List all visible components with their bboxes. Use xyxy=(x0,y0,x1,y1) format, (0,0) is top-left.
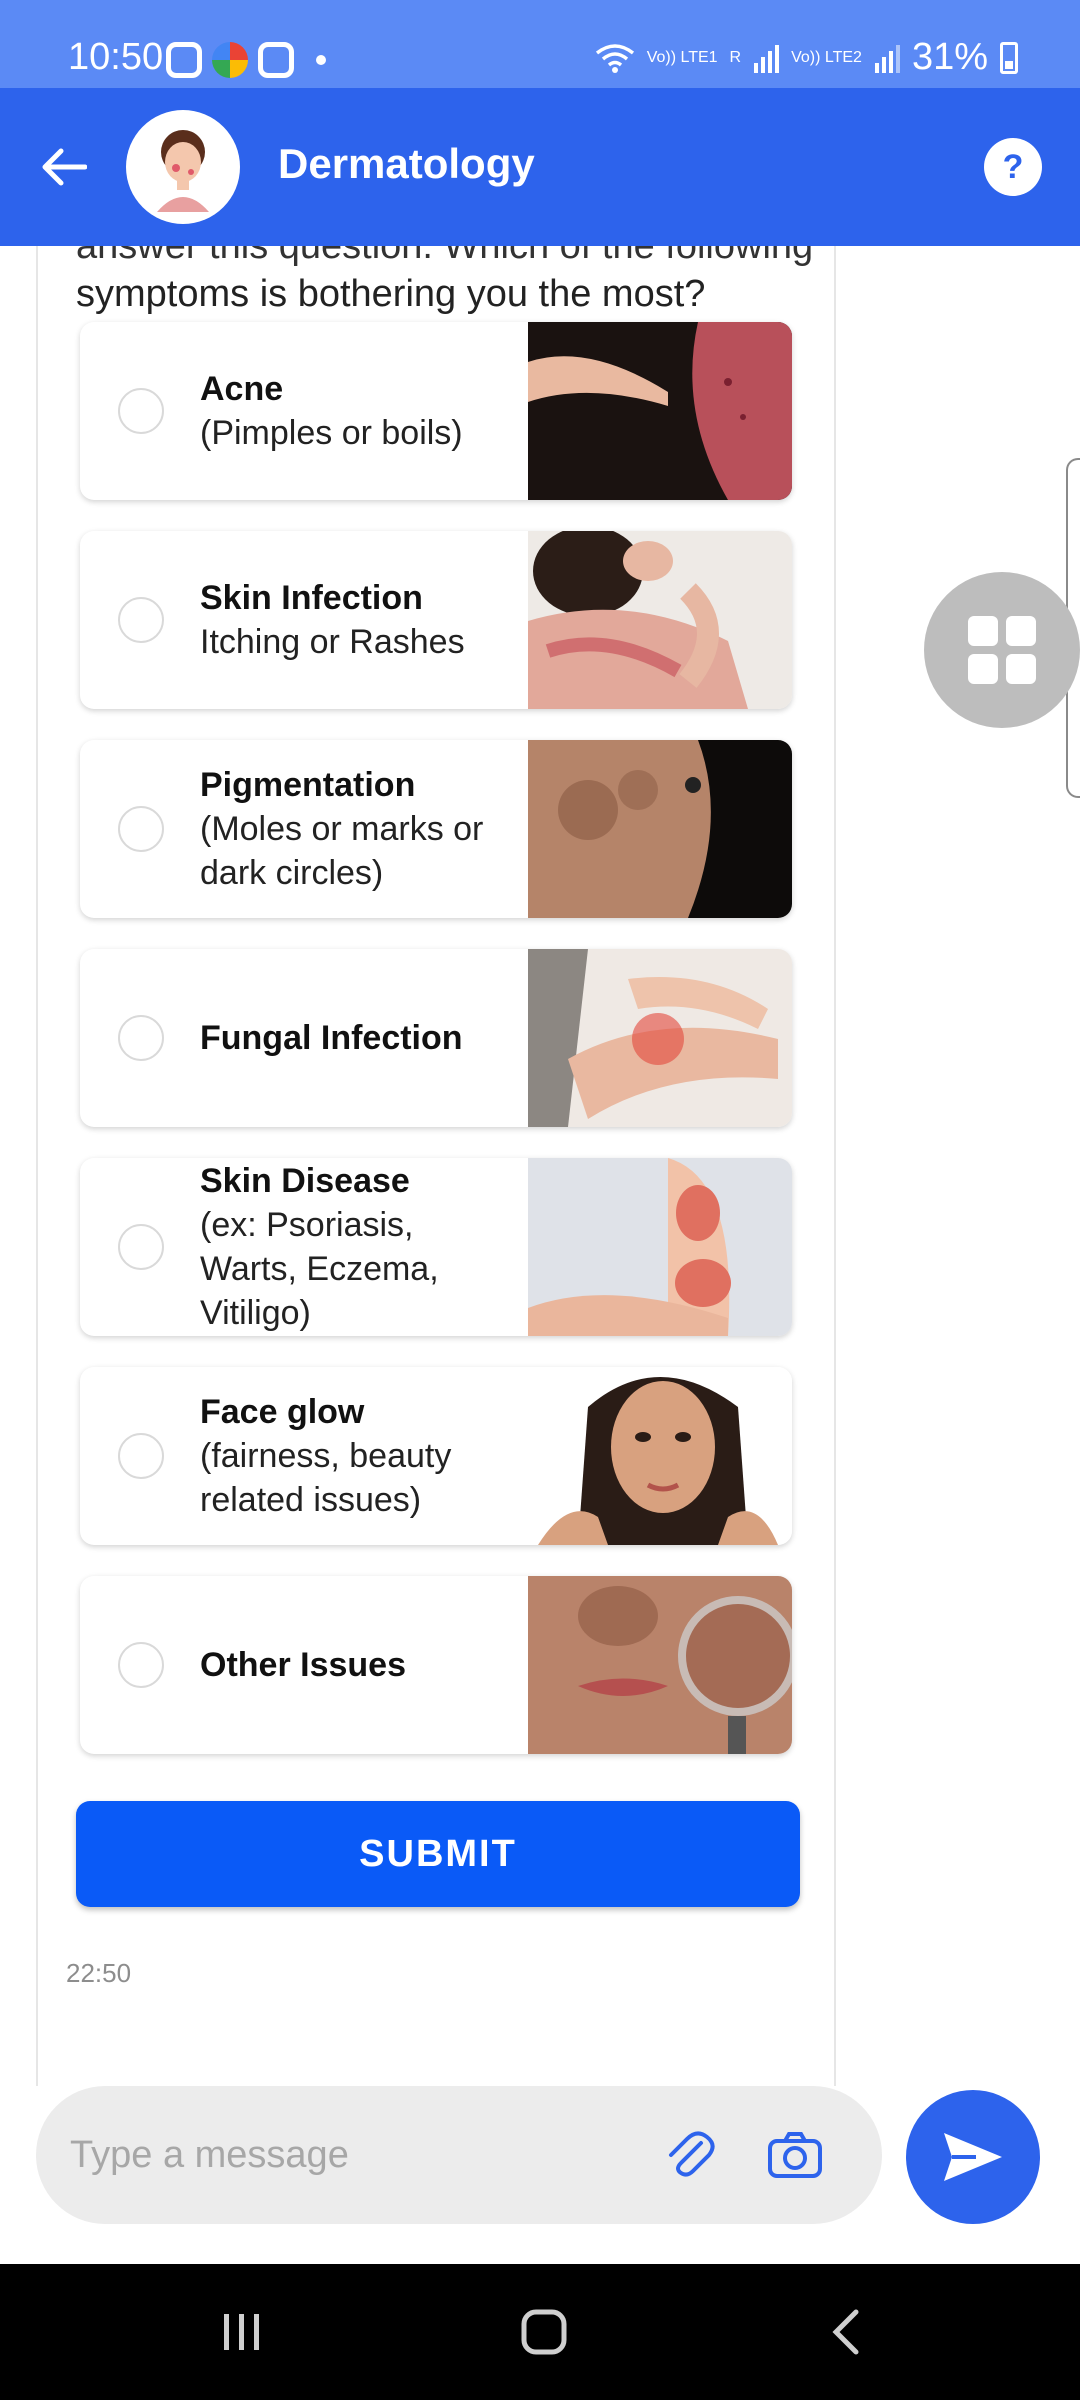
radio-button[interactable] xyxy=(118,1433,164,1479)
option-title: Skin Disease xyxy=(200,1162,410,1200)
option-subtitle: Itching or Rashes xyxy=(200,623,465,661)
app-notification-icon xyxy=(166,42,202,78)
home-button[interactable] xyxy=(494,2296,594,2368)
floating-menu-button[interactable] xyxy=(924,572,1080,728)
message-composer xyxy=(0,2086,1080,2264)
option-subtitle: (Moles or marks or dark circles) xyxy=(200,810,484,892)
avatar xyxy=(126,110,240,224)
radio-button[interactable] xyxy=(118,597,164,643)
question-text: answer this question. Which of the follo… xyxy=(76,246,816,318)
option-title: Fungal Infection xyxy=(200,1019,463,1057)
message-input-container xyxy=(36,2086,882,2224)
roaming-label: R xyxy=(729,48,742,66)
notification-icons xyxy=(166,42,326,78)
message-input[interactable] xyxy=(70,2126,630,2184)
browser-notification-icon xyxy=(212,42,248,78)
message-bubble: answer this question. Which of the follo… xyxy=(36,246,836,2086)
doctor-avatar-icon xyxy=(157,130,209,212)
question-icon: ? xyxy=(1002,147,1024,186)
question-line: answer this question. Which of the follo… xyxy=(76,246,814,267)
home-icon xyxy=(521,2309,567,2355)
option-face-glow[interactable]: Face glow (fairness, beauty related issu… xyxy=(80,1367,792,1545)
battery-icon xyxy=(1000,41,1018,74)
status-time: 10:50 xyxy=(68,36,164,78)
recent-apps-button[interactable] xyxy=(192,2296,292,2368)
message-timestamp: 22:50 xyxy=(66,1958,132,1988)
chat-area[interactable]: answer this question. Which of the follo… xyxy=(0,246,1080,2086)
face-glow-image xyxy=(528,1367,792,1545)
back-button[interactable] xyxy=(30,134,96,200)
option-title: Pigmentation xyxy=(200,766,416,804)
radio-button[interactable] xyxy=(118,806,164,852)
option-title: Skin Infection xyxy=(200,579,423,617)
option-skin-disease[interactable]: Skin Disease (ex: Psoriasis, Warts, Ecze… xyxy=(80,1158,792,1336)
sim2-label: Vo)) LTE2 xyxy=(791,48,862,66)
arrow-left-icon xyxy=(42,148,87,186)
submit-button[interactable]: SUBMIT xyxy=(76,1801,800,1907)
option-title: Other Issues xyxy=(200,1646,406,1684)
app-bar: Dermatology ? xyxy=(0,88,1080,246)
send-button[interactable] xyxy=(906,2090,1040,2224)
option-fungal-infection[interactable]: Fungal Infection xyxy=(80,949,792,1127)
chevron-left-icon xyxy=(832,2309,859,2355)
fungal-infection-image xyxy=(528,949,792,1127)
acne-image xyxy=(528,322,792,500)
option-other-issues[interactable]: Other Issues xyxy=(80,1576,792,1754)
radio-button[interactable] xyxy=(118,388,164,434)
question-line: symptoms is bothering you the most? xyxy=(76,273,706,315)
help-button[interactable]: ? xyxy=(984,138,1042,196)
option-subtitle: (Pimples or boils) xyxy=(200,414,463,452)
option-title: Face glow xyxy=(200,1393,365,1431)
option-skin-infection[interactable]: Skin Infection Itching or Rashes xyxy=(80,531,792,709)
signal-bars-icon xyxy=(874,44,900,73)
grid-icon xyxy=(968,616,1036,684)
send-icon xyxy=(944,2133,1002,2181)
attach-button[interactable] xyxy=(656,2122,722,2188)
option-pigmentation[interactable]: Pigmentation (Moles or marks or dark cir… xyxy=(80,740,792,918)
camera-button[interactable] xyxy=(762,2122,828,2188)
back-nav-button[interactable] xyxy=(796,2296,896,2368)
option-title: Acne xyxy=(200,370,284,408)
sim1-label: Vo)) LTE1 xyxy=(646,48,718,66)
other-issues-image xyxy=(528,1576,792,1754)
navigation-bar xyxy=(0,2264,1080,2400)
option-acne[interactable]: Acne (Pimples or boils) xyxy=(80,322,792,500)
pigmentation-image xyxy=(528,740,792,918)
recent-apps-icon xyxy=(224,2314,259,2350)
page-title: Dermatology xyxy=(278,140,535,187)
radio-button[interactable] xyxy=(118,1015,164,1061)
status-bar: 10:50 Vo)) LTE1 R Vo)) LTE2 31% xyxy=(0,0,1080,88)
skin-infection-image xyxy=(528,531,792,709)
option-subtitle: (ex: Psoriasis, Warts, Eczema, Vitiligo) xyxy=(200,1206,439,1332)
camera-icon xyxy=(768,2132,822,2178)
skin-disease-image xyxy=(528,1158,792,1336)
paperclip-icon xyxy=(669,2131,715,2177)
wifi-icon xyxy=(595,43,634,73)
system-status: Vo)) LTE1 R Vo)) LTE2 31% xyxy=(595,36,1018,79)
radio-button[interactable] xyxy=(118,1224,164,1270)
signal-bars-icon xyxy=(754,44,780,73)
battery-percent: 31% xyxy=(911,36,988,78)
radio-button[interactable] xyxy=(118,1642,164,1688)
more-notifications-icon xyxy=(316,55,326,65)
option-subtitle: (fairness, beauty related issues) xyxy=(200,1437,452,1519)
app-notification-icon xyxy=(258,42,294,78)
